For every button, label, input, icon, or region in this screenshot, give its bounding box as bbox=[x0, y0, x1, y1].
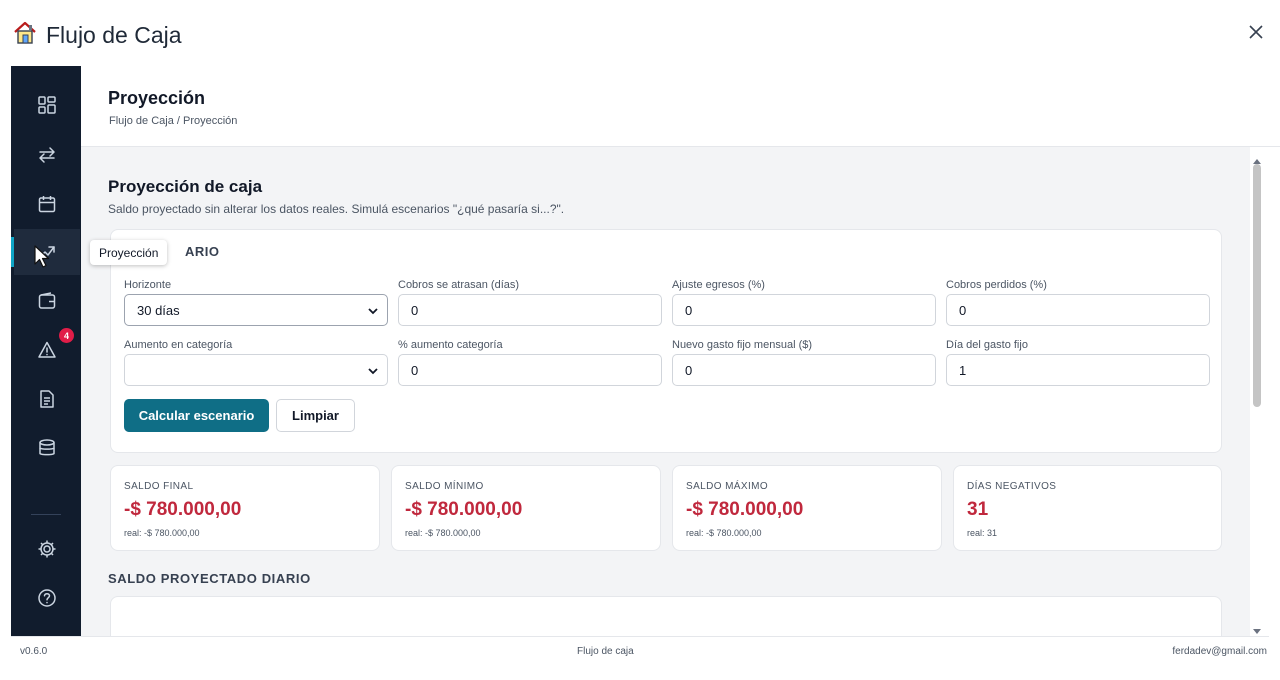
horizon-select[interactable]: 30 días bbox=[124, 294, 388, 326]
breadcrumb: Flujo de Caja / Proyección bbox=[109, 115, 238, 127]
app-title-text: Flujo de Caja bbox=[46, 22, 182, 48]
delay-label: Cobros se atrasan (días) bbox=[398, 279, 520, 291]
expense-adjust-value: 0 bbox=[685, 302, 693, 318]
stat-real: real: 31 bbox=[967, 528, 998, 538]
sidebar-item-dashboard[interactable] bbox=[14, 82, 80, 128]
pct-increase-value: 0 bbox=[411, 362, 419, 378]
lost-collections-value: 0 bbox=[959, 302, 967, 318]
stat-label: SALDO FINAL bbox=[124, 481, 194, 492]
stat-label: DÍAS NEGATIVOS bbox=[967, 481, 1057, 492]
chevron-down-icon bbox=[368, 368, 378, 375]
title-bar: Flujo de Caja bbox=[0, 0, 1280, 66]
stat-card-max-balance: SALDO MÁXIMO -$ 780.000,00 real: -$ 780.… bbox=[672, 465, 942, 551]
expense-day-input[interactable]: 1 bbox=[946, 354, 1210, 386]
chart-card bbox=[110, 596, 1222, 636]
expense-adjust-label: Ajuste egresos (%) bbox=[672, 279, 765, 291]
calendar-icon bbox=[38, 196, 56, 213]
house-icon bbox=[12, 20, 38, 51]
sidebar-item-reports[interactable] bbox=[14, 376, 80, 422]
footer-email: ferdadev@gmail.com bbox=[1172, 646, 1267, 657]
pct-increase-input[interactable]: 0 bbox=[398, 354, 662, 386]
expense-day-label: Día del gasto fijo bbox=[946, 339, 1028, 351]
stat-value: -$ 780.000,00 bbox=[686, 499, 804, 520]
scenario-card: ARIO Horizonte 30 días Cobros se atrasan… bbox=[110, 229, 1222, 453]
clear-button[interactable]: Limpiar bbox=[276, 399, 355, 432]
mouse-cursor-icon bbox=[34, 245, 50, 274]
stat-real: real: -$ 780.000,00 bbox=[124, 528, 200, 538]
expense-day-value: 1 bbox=[959, 362, 967, 378]
expense-adjust-input[interactable]: 0 bbox=[672, 294, 936, 326]
help-icon bbox=[38, 589, 56, 607]
transfer-icon bbox=[39, 147, 55, 163]
chevron-down-icon bbox=[368, 308, 378, 315]
stat-value: 31 bbox=[967, 499, 989, 520]
page-header: Proyección Flujo de Caja / Proyección bbox=[81, 66, 1280, 147]
stat-value: -$ 780.000,00 bbox=[405, 499, 523, 520]
new-expense-input[interactable]: 0 bbox=[672, 354, 936, 386]
sidebar-item-wallet[interactable] bbox=[14, 278, 80, 324]
scenario-card-title: ARIO bbox=[185, 244, 220, 259]
stat-real: real: -$ 780.000,00 bbox=[405, 528, 481, 538]
stat-real: real: -$ 780.000,00 bbox=[686, 528, 762, 538]
gear-icon bbox=[38, 540, 56, 558]
section-subtitle: Saldo proyectado sin alterar los datos r… bbox=[108, 202, 565, 216]
category-select[interactable] bbox=[124, 354, 388, 386]
lost-collections-label: Cobros perdidos (%) bbox=[946, 279, 1047, 291]
stat-card-final-balance: SALDO FINAL -$ 780.000,00 real: -$ 780.0… bbox=[110, 465, 380, 551]
section-title: Proyección de caja bbox=[108, 177, 263, 196]
footer: v0.6.0 Flujo de caja ferdadev@gmail.com bbox=[11, 636, 1269, 664]
delay-input-value: 0 bbox=[411, 302, 419, 318]
stat-label: SALDO MÍNIMO bbox=[405, 481, 484, 492]
sidebar-item-help[interactable] bbox=[14, 575, 80, 621]
database-icon bbox=[39, 439, 55, 456]
scrollbar-thumb[interactable] bbox=[1253, 164, 1261, 407]
alert-badge: 4 bbox=[59, 328, 74, 343]
stat-card-negative-days: DÍAS NEGATIVOS 31 real: 31 bbox=[953, 465, 1222, 551]
sidebar: 4 bbox=[11, 66, 81, 636]
page-title: Proyección bbox=[108, 88, 206, 108]
stat-value: -$ 780.000,00 bbox=[124, 499, 242, 520]
stat-label: SALDO MÁXIMO bbox=[686, 481, 769, 492]
document-icon bbox=[40, 390, 54, 408]
dashboard-icon bbox=[38, 96, 56, 114]
new-expense-value: 0 bbox=[685, 362, 693, 378]
sidebar-item-settings[interactable] bbox=[14, 526, 80, 572]
lost-collections-input[interactable]: 0 bbox=[946, 294, 1210, 326]
alert-icon bbox=[38, 341, 56, 358]
app-title: Flujo de Caja bbox=[12, 20, 182, 51]
sidebar-divider bbox=[31, 514, 61, 515]
app-version: v0.6.0 bbox=[20, 646, 48, 657]
wallet-icon bbox=[38, 292, 56, 309]
sidebar-item-database[interactable] bbox=[14, 425, 80, 471]
footer-center-text: Flujo de caja bbox=[577, 646, 634, 657]
close-button[interactable] bbox=[1244, 20, 1268, 44]
calculate-scenario-button[interactable]: Calcular escenario bbox=[124, 399, 269, 432]
new-expense-label: Nuevo gasto fijo mensual ($) bbox=[672, 339, 813, 351]
sidebar-item-transactions[interactable] bbox=[14, 132, 80, 178]
delay-input[interactable]: 0 bbox=[398, 294, 662, 326]
sidebar-tooltip: Proyección bbox=[90, 240, 168, 265]
horizon-select-value: 30 días bbox=[137, 302, 180, 318]
category-increase-label: Aumento en categoría bbox=[124, 339, 233, 351]
stat-card-min-balance: SALDO MÍNIMO -$ 780.000,00 real: -$ 780.… bbox=[391, 465, 661, 551]
sidebar-item-calendar[interactable] bbox=[14, 181, 80, 227]
chart-title: SALDO PROYECTADO DIARIO bbox=[108, 571, 311, 586]
horizon-label: Horizonte bbox=[124, 279, 172, 291]
close-icon bbox=[1249, 25, 1263, 39]
main-content: Proyección de caja Saldo proyectado sin … bbox=[81, 147, 1250, 636]
pct-increase-label: % aumento categoría bbox=[398, 339, 503, 351]
